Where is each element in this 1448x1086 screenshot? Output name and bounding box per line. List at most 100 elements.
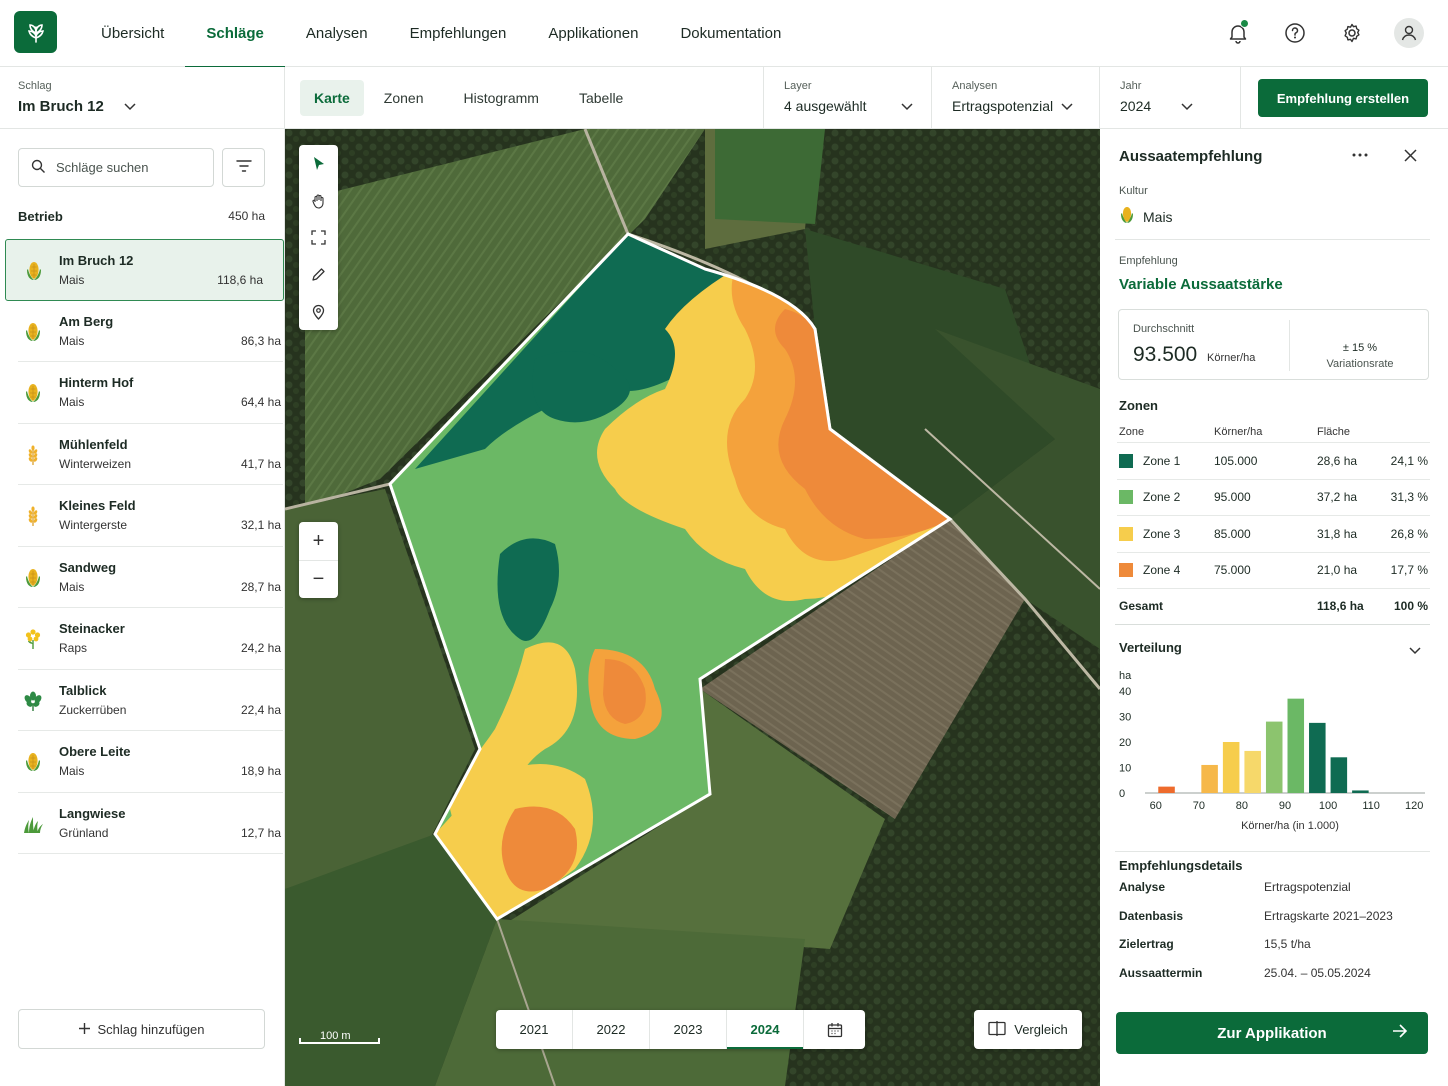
arrow-right-icon [1392,1024,1408,1042]
field-area: 12,7 ha [240,825,281,840]
close-icon[interactable] [1398,143,1422,167]
tab-karte[interactable]: Karte [300,80,364,116]
zone-name: Zone 1 [1143,453,1181,468]
hand-icon[interactable] [299,182,338,219]
zone-area: 28,6 ha [1317,453,1358,468]
field-name: Mühlenfeld [59,436,128,452]
zone-row[interactable]: Zone 4 75.000 21,0 ha 17,7 % [1117,553,1430,589]
app-logo-icon[interactable] [14,11,57,53]
map-view[interactable]: + − 100 m 2021 2022 2023 2024 Vergleich [285,129,1100,1086]
compare-label: Vergleich [1014,1022,1068,1037]
compare-button[interactable]: Vergleich [974,1010,1082,1049]
pencil-icon[interactable] [299,256,338,293]
layer-select-value: 4 ausgewählt [784,98,867,114]
field-list-item[interactable]: Steinacker Raps 24,2 ha [18,608,283,670]
filter-icon [235,160,252,175]
beet-icon [22,689,44,713]
nav-schlaege[interactable]: Schläge [185,0,285,68]
field-list-item[interactable]: Am Berg Mais 86,3 ha [18,301,283,362]
nav-analysen[interactable]: Analysen [285,0,389,67]
scale-bar: 100 m [299,1024,380,1048]
histogram-bar [1330,757,1348,793]
detail-row: Analyse Ertragspotenzial [1119,880,1429,909]
variation-value: ± 15 % [1342,342,1378,354]
field-list-item[interactable]: Talblick Zuckerrüben 22,4 ha [18,670,283,731]
histogram-bar [1158,786,1175,793]
field-list-item[interactable]: Hinterm Hof Mais 64,4 ha [18,362,283,424]
notification-dot [1240,19,1249,28]
chevron-down-icon[interactable] [1409,643,1421,658]
year-2024-button[interactable]: 2024 [727,1010,804,1049]
field-list-item[interactable]: Mühlenfeld Winterweizen 41,7 ha [18,424,283,485]
field-list-item[interactable]: Langwiese Grünland 12,7 ha [18,793,283,854]
field-list: Im Bruch 12 Mais 118,6 ha Am Berg Mais 86,3 h… [5,239,284,854]
histogram-bar [1265,721,1283,793]
zoom-out-button[interactable]: − [299,560,338,598]
year-2023-button[interactable]: 2023 [650,1010,727,1049]
top-icons [1220,15,1448,51]
year-2022-button[interactable]: 2022 [573,1010,650,1049]
field-crop: Mais [59,764,85,778]
more-options-icon[interactable] [1348,143,1372,167]
detail-key: Zielertrag [1119,937,1174,951]
histogram-bar [1309,722,1326,793]
field-name: Steinacker [59,621,125,636]
field-list-item[interactable]: Obere Leite Mais 18,9 ha [18,731,283,793]
year-select[interactable]: Jahr 2024 [1100,67,1241,128]
add-field-button[interactable]: Schlag hinzufügen [18,1009,265,1049]
corn-icon [1119,205,1135,228]
variation-label: Variationsrate [1326,358,1394,370]
analysis-select[interactable]: Analysen Ertragspotenzial [932,67,1100,128]
field-list-item[interactable]: Kleines Feld Wintergerste 32,1 ha [18,485,283,547]
view-tabs: Karte Zonen Histogramm Tabelle [300,80,643,116]
bell-icon[interactable] [1220,15,1256,51]
nav-dokumentation[interactable]: Dokumentation [659,0,802,67]
zone-row[interactable]: Zone 1 105.000 28,6 ha 24,1 % [1117,443,1430,480]
zone-row[interactable]: Zone 3 85.000 31,8 ha 26,8 % [1117,516,1430,553]
layer-select[interactable]: Layer 4 ausgewählt [763,67,932,128]
header-zone: Zone [1119,425,1145,438]
tab-zonen[interactable]: Zonen [370,80,438,116]
fullscreen-icon[interactable] [299,219,338,256]
field-selector[interactable]: Schlag Im Bruch 12 [0,67,285,128]
group-name: Betrieb [18,209,63,224]
layer-select-label: Layer [784,80,812,92]
nav-applikationen[interactable]: Applikationen [527,0,659,67]
panel-title: Aussaatempfehlung [1119,148,1263,165]
gear-icon[interactable] [1334,15,1370,51]
zone-row[interactable]: Zone 2 95.000 37,2 ha 31,3 % [1117,480,1430,516]
recommendation-panel: Aussaatempfehlung Kultur Mais Empfehlung… [1100,129,1448,1086]
zones-table: Zone Körner/ha Fläche Zone 1 105.000 28,6 … [1117,421,1430,623]
nav-uebersicht[interactable]: Übersicht [80,0,185,67]
create-recommendation-button[interactable]: Empfehlung erstellen [1258,79,1428,117]
calendar-icon[interactable] [804,1010,865,1049]
user-icon[interactable] [1391,15,1427,51]
year-2021-button[interactable]: 2021 [496,1010,573,1049]
field-list-item[interactable]: Im Bruch 12 Mais 118,6 ha [5,239,284,301]
location-pin-icon[interactable] [299,293,338,330]
select-arrow-icon[interactable] [299,145,338,182]
y-axis-label: ha [1119,670,1132,682]
tab-histogramm[interactable]: Histogramm [450,80,553,116]
detail-value: 25.04. – 05.05.2024 [1264,965,1371,980]
field-list-item[interactable]: Sandweg Mais 28,7 ha [18,547,283,608]
recommendation-value: Variable Aussaatstärke [1119,276,1283,293]
apply-button[interactable]: Zur Applikation [1116,1012,1428,1054]
histogram-bar [1222,742,1240,793]
zoom-in-button[interactable]: + [299,522,338,560]
filter-button[interactable] [222,148,265,187]
help-icon[interactable] [1277,15,1313,51]
y-tick-label: 10 [1119,763,1131,775]
nav-empfehlungen[interactable]: Empfehlungen [389,0,528,67]
field-crop: Mais [59,273,85,287]
zone-color-swatch [1119,490,1133,505]
y-tick-label: 40 [1119,686,1131,698]
search-input[interactable] [56,160,206,175]
total-area: 118,6 ha [1317,599,1364,613]
x-tick-label: 100 [1319,800,1337,812]
tab-tabelle[interactable]: Tabelle [565,80,637,116]
field-selector-label: Schlag [18,80,52,92]
avatar [1394,18,1424,48]
zone-rate: 75.000 [1214,563,1251,578]
search-icon [31,159,46,177]
